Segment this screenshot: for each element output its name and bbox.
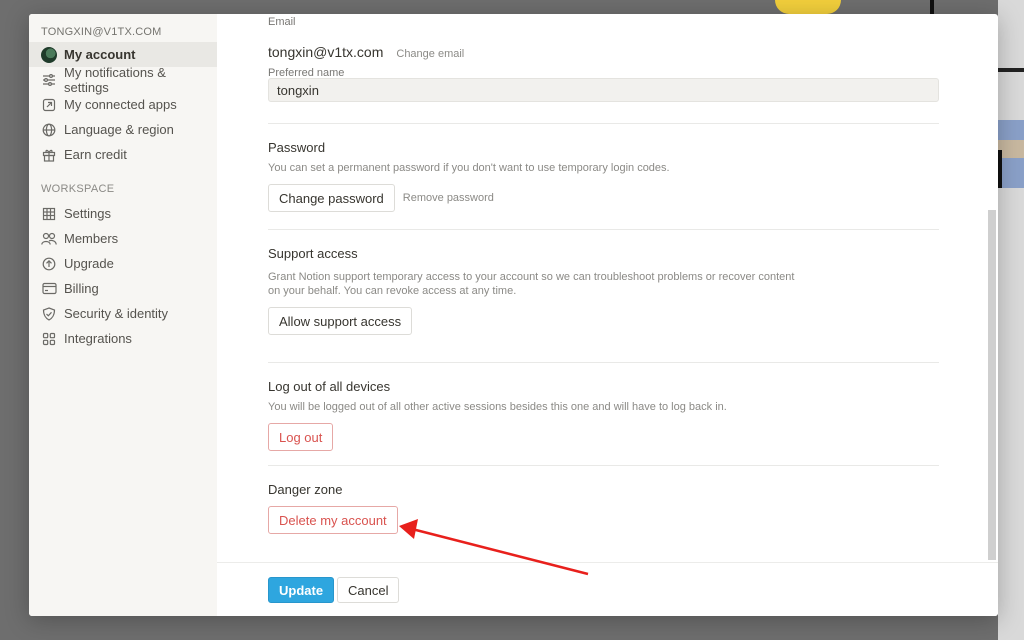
logout-all-description: You will be logged out of all other acti… (268, 401, 727, 413)
sidebar-item-integrations[interactable]: Integrations (29, 326, 217, 351)
workspace-section-header: WORKSPACE (41, 183, 115, 195)
preferred-name-input[interactable] (268, 78, 939, 102)
logout-all-title: Log out of all devices (268, 379, 391, 394)
allow-support-access-button[interactable]: Allow support access (268, 307, 413, 335)
sidebar-item-notifications[interactable]: My notifications & settings (29, 64, 217, 95)
log-out-button[interactable]: Log out (268, 423, 334, 451)
password-description: You can set a permanent password if you … (268, 162, 670, 174)
external-link-icon (41, 97, 57, 113)
sidebar-item-members[interactable]: Members (29, 226, 217, 251)
background-decoration (998, 68, 1024, 72)
change-password-button[interactable]: Change password (268, 184, 395, 212)
background-line (930, 0, 934, 14)
sidebar-item-label: Language & region (64, 122, 174, 137)
settings-modal: TONGXIN@V1TX.COM My account My notificat… (29, 14, 998, 616)
sidebar-item-language-region[interactable]: Language & region (29, 117, 217, 142)
email-label: Email (268, 16, 296, 28)
account-settings-panel: Email tongxin@v1tx.com Change email Pref… (217, 14, 998, 562)
sidebar-item-settings[interactable]: Settings (29, 201, 217, 226)
settings-footer: Update Cancel (217, 562, 998, 616)
sliders-icon (41, 72, 57, 88)
section-divider (268, 123, 939, 124)
background-emoji (775, 0, 841, 14)
people-icon (41, 231, 57, 247)
sidebar-item-label: Upgrade (64, 256, 114, 271)
gift-icon (41, 147, 57, 163)
sidebar-item-label: Earn credit (64, 147, 127, 162)
logout-actions: Log out (268, 423, 334, 451)
sidebar-item-label: Billing (64, 281, 99, 296)
cancel-button[interactable]: Cancel (337, 577, 400, 603)
background-page (998, 0, 1024, 640)
shield-icon (41, 306, 57, 322)
background-decoration (998, 150, 1002, 188)
support-access-actions: Allow support access (268, 307, 413, 335)
support-access-description: Grant Notion support temporary access to… (268, 271, 795, 297)
sidebar-item-label: My account (64, 47, 136, 62)
email-row: tongxin@v1tx.com Change email (268, 44, 464, 60)
sidebar-item-upgrade[interactable]: Upgrade (29, 251, 217, 276)
section-divider (268, 465, 939, 466)
sidebar-item-connected-apps[interactable]: My connected apps (29, 92, 217, 117)
sidebar-item-billing[interactable]: Billing (29, 276, 217, 301)
settings-sidebar: TONGXIN@V1TX.COM My account My notificat… (29, 14, 217, 616)
sidebar-item-label: Security & identity (64, 306, 169, 321)
background-decoration (998, 120, 1024, 140)
sidebar-item-label: Members (64, 231, 119, 246)
section-divider (268, 229, 939, 230)
change-email-link[interactable]: Change email (396, 48, 464, 60)
sidebar-item-earn-credit[interactable]: Earn credit (29, 142, 217, 167)
sidebar-item-security-identity[interactable]: Security & identity (29, 301, 217, 326)
credit-card-icon (41, 281, 57, 297)
sidebar-item-label: Settings (64, 206, 111, 221)
sidebar-item-my-account[interactable]: My account (29, 42, 217, 67)
globe-icon (41, 122, 57, 138)
building-icon (41, 206, 57, 222)
section-divider (268, 362, 939, 363)
avatar (41, 46, 57, 63)
account-email-header: TONGXIN@V1TX.COM (41, 26, 162, 38)
email-value: tongxin@v1tx.com (268, 44, 384, 60)
upgrade-arrow-icon (41, 256, 57, 272)
password-actions: Change password Remove password (268, 184, 494, 212)
password-title: Password (268, 140, 326, 155)
remove-password-link[interactable]: Remove password (403, 192, 494, 204)
sidebar-item-label: My connected apps (64, 97, 177, 112)
content-scrollbar[interactable] (988, 210, 996, 560)
grid-icon (41, 331, 57, 347)
danger-zone-title: Danger zone (268, 482, 343, 497)
support-access-title: Support access (268, 246, 358, 261)
sidebar-item-label: My notifications & settings (64, 64, 166, 95)
danger-zone-actions: Delete my account (268, 506, 398, 534)
delete-account-button[interactable]: Delete my account (268, 506, 398, 534)
sidebar-item-label: Integrations (64, 331, 132, 346)
update-button[interactable]: Update (268, 577, 335, 603)
